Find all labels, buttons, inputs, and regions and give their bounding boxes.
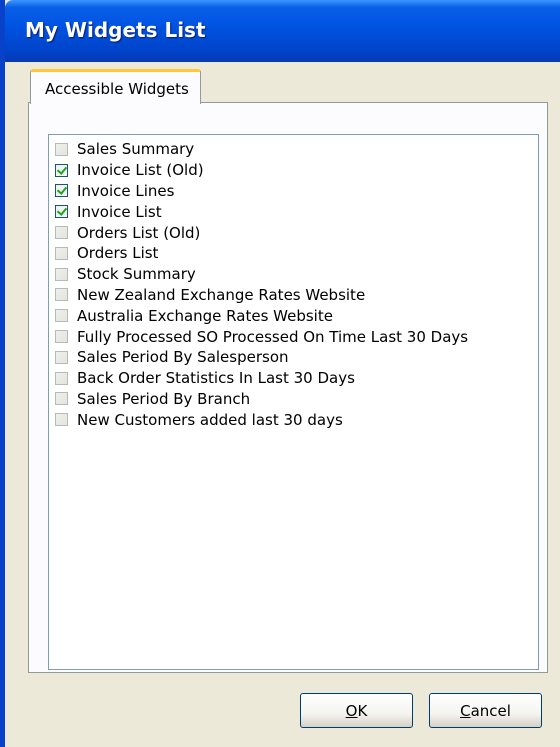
checkbox[interactable] (55, 267, 68, 281)
checkbox[interactable] (55, 226, 68, 240)
checkbox[interactable] (55, 142, 68, 156)
checkbox[interactable] (55, 288, 68, 302)
checkbox[interactable] (55, 371, 68, 385)
widget-label: Fully Processed SO Processed On Time Las… (77, 327, 469, 346)
dialog-client-area: Accessible Widgets Sales Summary Invoice … (5, 62, 560, 747)
list-item[interactable]: Stock Summary (55, 264, 468, 285)
ok-label-rest: K (357, 701, 368, 720)
checkbox[interactable] (55, 350, 68, 364)
ok-mnemonic: O (345, 701, 358, 720)
list-item[interactable]: Sales Period By Salesperson (55, 347, 468, 368)
list-item[interactable]: Orders List (55, 243, 468, 264)
dialog-window: My Widgets List Accessible Widgets Sales… (0, 0, 560, 747)
widget-label: Invoice List (Old) (77, 161, 204, 180)
list-item[interactable]: New Zealand Exchange Rates Website (55, 285, 468, 306)
widget-label: New Zealand Exchange Rates Website (77, 285, 366, 304)
widget-label: Sales Summary (77, 140, 195, 159)
checkbox-checked[interactable] (55, 163, 68, 177)
list-item[interactable]: Sales Period By Branch (55, 389, 468, 410)
widget-label: Back Order Statistics In Last 30 Days (77, 369, 355, 388)
window-title: My Widgets List (25, 18, 206, 42)
tab-label: Accessible Widgets (45, 80, 189, 98)
cancel-label-rest: ancel (470, 701, 511, 720)
checkbox[interactable] (55, 413, 68, 427)
list-item[interactable]: Australia Exchange Rates Website (55, 305, 468, 326)
list-item[interactable]: Invoice List (55, 201, 468, 222)
checkbox[interactable] (55, 392, 68, 406)
widget-checklist[interactable]: Sales Summary Invoice List (Old) Invoice L… (48, 134, 539, 670)
widget-label: Sales Period By Branch (77, 389, 251, 408)
list-item[interactable]: Sales Summary (55, 139, 468, 160)
list-item[interactable]: New Customers added last 30 days (55, 409, 468, 430)
checkbox[interactable] (55, 330, 68, 344)
widget-label: Orders List (77, 244, 159, 263)
list-item[interactable]: Invoice List (Old) (55, 160, 468, 181)
widget-label: Australia Exchange Rates Website (77, 306, 333, 325)
checkbox-checked[interactable] (55, 205, 68, 219)
widget-label: Stock Summary (77, 265, 196, 284)
widget-items: Sales Summary Invoice List (Old) Invoice L… (55, 139, 468, 430)
ok-button[interactable]: OK (300, 693, 413, 728)
checkbox[interactable] (55, 246, 68, 260)
list-item[interactable]: Orders List (Old) (55, 222, 468, 243)
checkbox-checked[interactable] (55, 184, 68, 198)
cancel-mnemonic: C (460, 701, 471, 720)
tab-panel: Sales Summary Invoice List (Old) Invoice L… (28, 102, 548, 673)
list-item[interactable]: Back Order Statistics In Last 30 Days (55, 368, 468, 389)
list-item[interactable]: Fully Processed SO Processed On Time Las… (55, 326, 468, 347)
widget-label: Orders List (Old) (77, 223, 201, 242)
widget-label: New Customers added last 30 days (77, 410, 343, 429)
title-bar[interactable]: My Widgets List (5, 0, 560, 62)
list-item[interactable]: Invoice Lines (55, 181, 468, 202)
widget-label: Sales Period By Salesperson (77, 348, 289, 367)
widget-label: Invoice List (77, 202, 162, 221)
cancel-button[interactable]: Cancel (429, 693, 542, 728)
checkbox[interactable] (55, 309, 68, 323)
tab-accessible-widgets[interactable]: Accessible Widgets (30, 69, 201, 104)
widget-label: Invoice Lines (77, 181, 175, 200)
